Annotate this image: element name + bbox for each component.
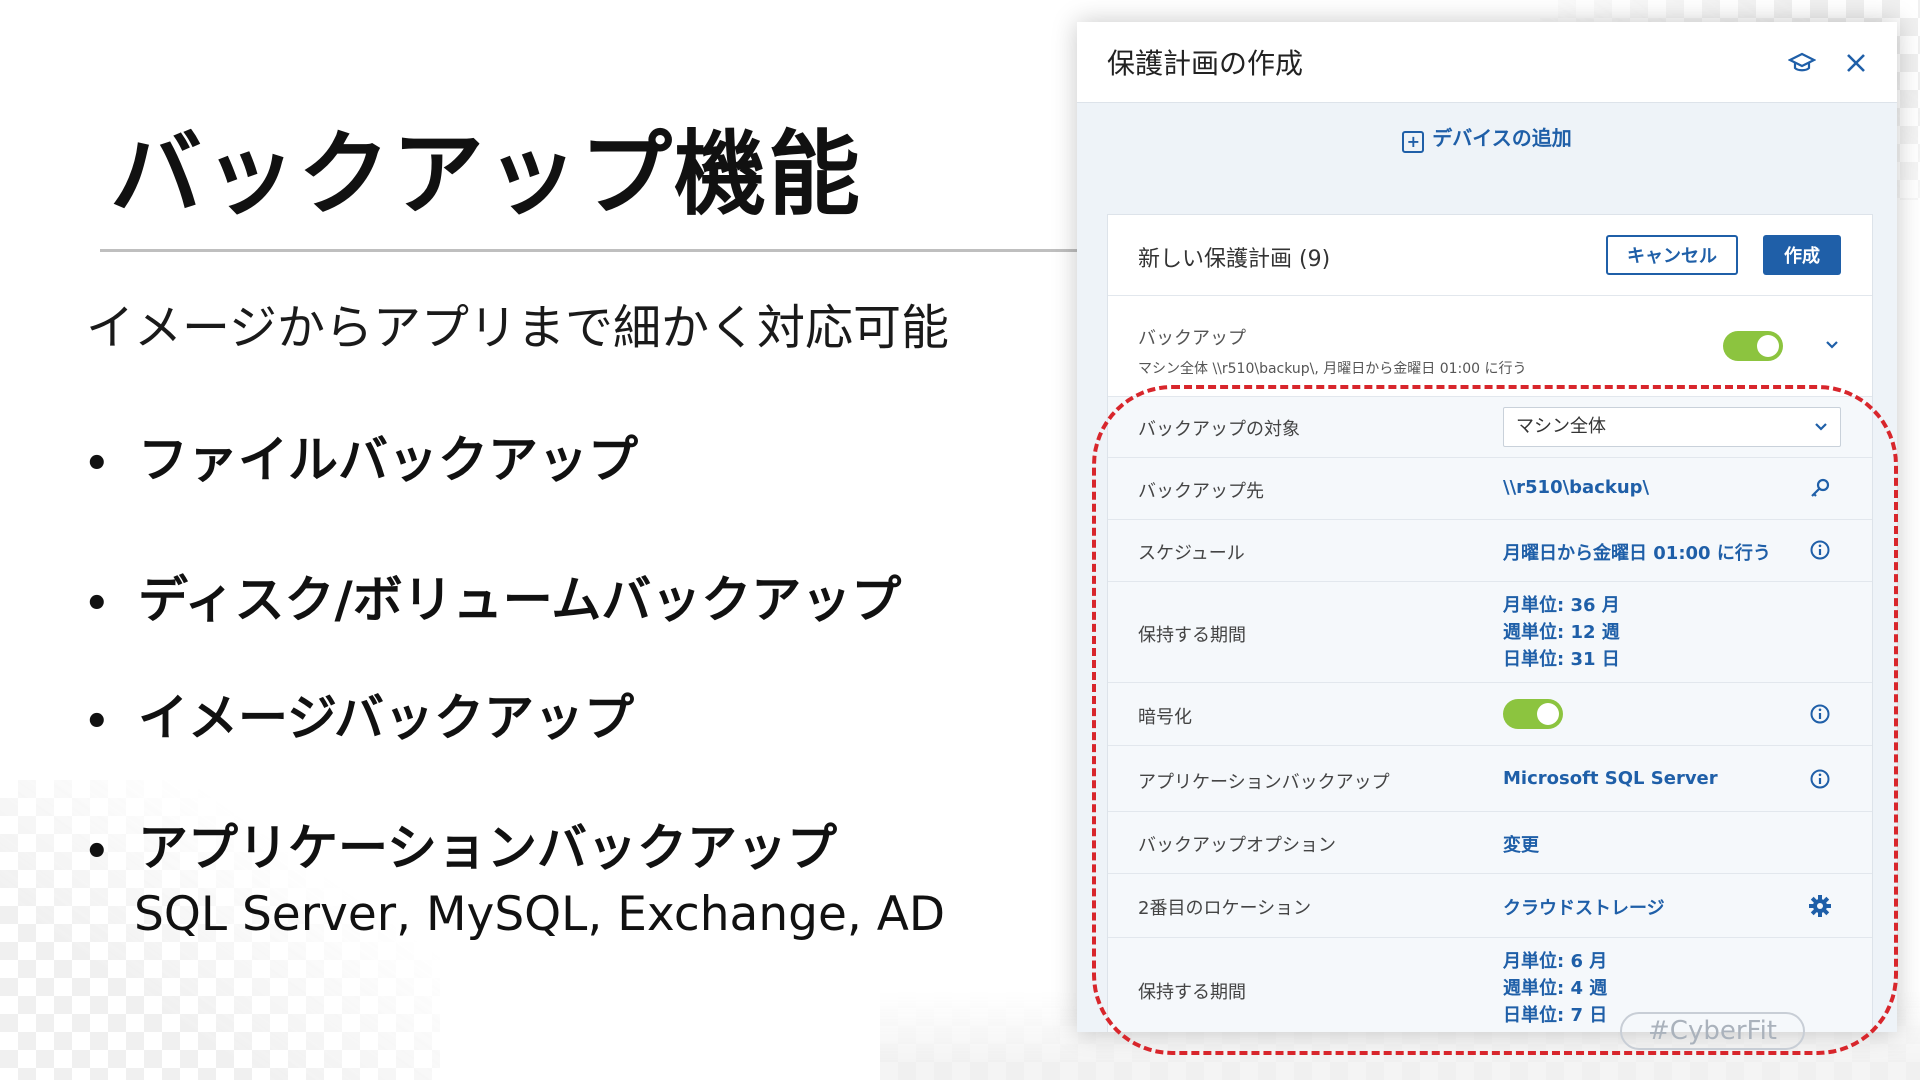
backup-destination-link[interactable]: \\r510\backup\ (1503, 477, 1649, 498)
select-value: マシン全体 (1516, 416, 1606, 437)
schedule-link[interactable]: 月曜日から金曜日 01:00 に行う (1503, 539, 1771, 565)
add-device-button[interactable]: + デバイスの追加 (1077, 122, 1897, 153)
gear-icon[interactable] (1808, 894, 1832, 918)
row-application-backup: アプリケーションバックアップ Microsoft SQL Server (1108, 746, 1872, 812)
retention-weekly: 週単位: 4 週 (1503, 978, 1608, 999)
cyberfit-watermark: #CyberFit (1620, 1012, 1805, 1050)
slide-subtitle: イメージからアプリまで細かく対応可能 (86, 300, 950, 356)
backup-section: バックアップ マシン全体 \\r510\backup\, 月曜日から金曜日 01… (1108, 296, 1872, 397)
row-backup-target: バックアップの対象 マシン全体 (1108, 397, 1872, 458)
bullet-dot: • (84, 580, 110, 627)
retention-monthly: 月単位: 36 月 (1503, 595, 1620, 616)
row-backup-destination: バックアップ先 \\r510\backup\ (1108, 458, 1872, 520)
bullet-text: アプリケーションバックアップ (138, 819, 837, 877)
info-icon[interactable] (1808, 538, 1832, 562)
retention-daily: 日単位: 31 日 (1503, 649, 1620, 670)
row-schedule: スケジュール 月曜日から金曜日 01:00 に行う (1108, 520, 1872, 582)
retention-second-link[interactable]: 月単位: 6 月 週単位: 4 週 日単位: 7 日 (1503, 948, 1607, 1029)
backup-toggle[interactable] (1723, 331, 1783, 361)
bullet-subtext: SQL Server, MySQL, Exchange, AD (134, 887, 946, 942)
bullet-dot: • (84, 828, 110, 875)
row-label: スケジュール (1138, 543, 1245, 564)
chevron-down-icon[interactable] (1824, 336, 1840, 355)
backup-section-title: バックアップ (1138, 328, 1246, 349)
slide-title: バックアップ機能 (110, 121, 863, 228)
backup-options-change-link[interactable]: 変更 (1503, 831, 1539, 857)
row-retention: 保持する期間 月単位: 36 月 週単位: 12 週 日単位: 31 日 (1108, 582, 1872, 683)
row-label: アプリケーションバックアップ (1138, 772, 1390, 793)
bullet-item: • アプリケーションバックアップ (84, 808, 837, 880)
encryption-toggle[interactable] (1503, 699, 1563, 729)
row-second-location: 2番目のロケーション クラウドストレージ (1108, 874, 1872, 938)
title-divider (100, 249, 1080, 252)
close-icon[interactable] (1839, 46, 1873, 80)
row-label: 保持する期間 (1138, 625, 1246, 646)
chevron-down-icon (1814, 408, 1828, 461)
second-location-link[interactable]: クラウドストレージ (1503, 894, 1665, 920)
bullet-item: • ディスク/ボリュームバックアップ (84, 560, 901, 632)
row-label: バックアップオプション (1138, 835, 1336, 856)
plus-square-icon: + (1402, 131, 1425, 153)
bullet-dot: • (84, 440, 110, 487)
row-label: 保持する期間 (1138, 982, 1246, 1003)
retention-monthly: 月単位: 6 月 (1503, 951, 1608, 972)
retention-weekly: 週単位: 12 週 (1503, 622, 1620, 643)
plan-name[interactable]: 新しい保護計画 (9) (1138, 241, 1330, 273)
protection-plan-dialog: 保護計画の作成 + デバイスの追加 新しい保護計画 (9) キャンセル 作成 バッ… (1077, 22, 1897, 1032)
application-backup-link[interactable]: Microsoft SQL Server (1503, 768, 1718, 789)
info-icon[interactable] (1808, 702, 1832, 726)
protection-plan-card: 新しい保護計画 (9) キャンセル 作成 バックアップ マシン全体 \\r510… (1107, 214, 1873, 1032)
retention-daily: 日単位: 7 日 (1503, 1005, 1608, 1026)
row-backup-options: バックアップオプション 変更 (1108, 812, 1872, 874)
bullet-dot: • (84, 698, 110, 745)
bullet-text: ファイルバックアップ (138, 431, 638, 489)
row-label: バックアップ先 (1138, 481, 1264, 502)
dialog-header: 保護計画の作成 (1077, 22, 1897, 103)
graduation-cap-icon[interactable] (1785, 46, 1819, 80)
row-label: 暗号化 (1138, 707, 1192, 728)
row-label: 2番目のロケーション (1138, 898, 1312, 919)
bullet-item: • イメージバックアップ (84, 678, 634, 750)
row-label: バックアップの対象 (1138, 419, 1300, 440)
info-icon[interactable] (1808, 767, 1832, 791)
backup-summary: マシン全体 \\r510\backup\, 月曜日から金曜日 01:00 に行う (1138, 361, 1527, 377)
key-icon[interactable] (1808, 476, 1832, 500)
row-encryption: 暗号化 (1108, 683, 1872, 746)
bullet-text: ディスク/ボリュームバックアップ (138, 571, 902, 629)
create-button[interactable]: 作成 (1763, 235, 1841, 275)
backup-target-select[interactable]: マシン全体 (1503, 407, 1841, 447)
retention-link[interactable]: 月単位: 36 月 週単位: 12 週 日単位: 31 日 (1503, 592, 1620, 673)
plan-header: 新しい保護計画 (9) キャンセル 作成 (1108, 215, 1872, 296)
bullet-text: イメージバックアップ (138, 689, 634, 747)
add-device-label: デバイスの追加 (1432, 126, 1572, 150)
bullet-item: • ファイルバックアップ (84, 420, 638, 492)
dialog-title: 保護計画の作成 (1107, 47, 1304, 80)
cancel-button[interactable]: キャンセル (1606, 235, 1738, 275)
